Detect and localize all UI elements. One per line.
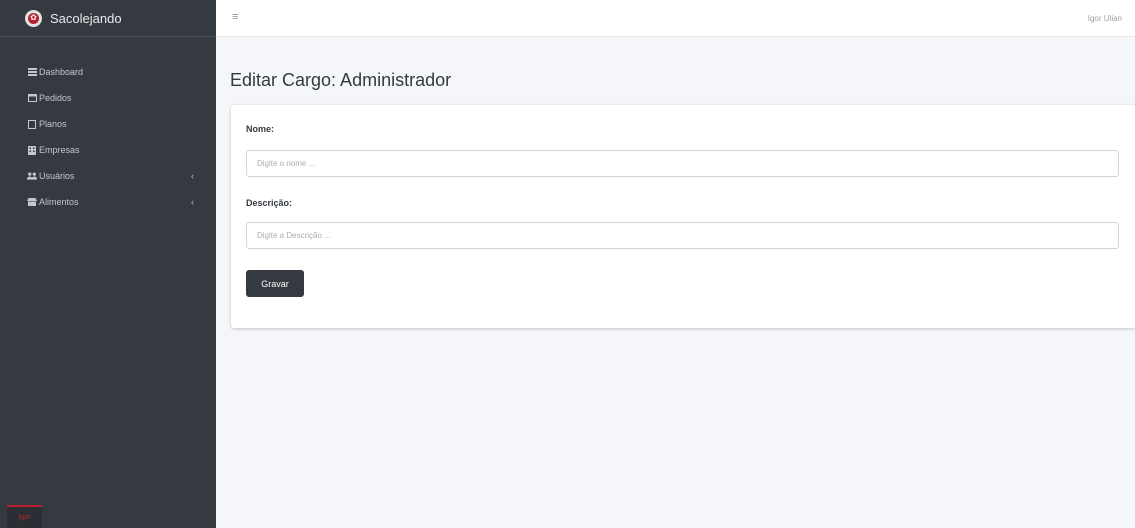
user-menu[interactable]: Igor Ulian: [1088, 14, 1122, 23]
descricao-label: Descrição:: [246, 198, 293, 208]
sidebar-item-label: Usuários: [39, 171, 75, 181]
building-icon: [27, 145, 37, 155]
nome-label: Nome:: [246, 124, 275, 134]
sidebar-item-dashboard[interactable]: Dashboard: [0, 59, 216, 85]
users-icon: [27, 171, 37, 181]
sidebar-item-empresas[interactable]: Empresas: [0, 137, 216, 163]
edit-cargo-form-card: Nome: Descrição: Gravar: [231, 105, 1135, 328]
hamburger-menu-icon[interactable]: ≡: [232, 12, 238, 23]
brand-name: Sacolejando: [50, 10, 122, 26]
sidebar-item-label: Empresas: [39, 145, 80, 155]
page-title: Editar Cargo: Administrador: [230, 70, 452, 90]
window-icon: [27, 93, 37, 103]
nome-input[interactable]: [246, 150, 1119, 177]
sidebar-item-label: Pedidos: [39, 93, 72, 103]
sidebar-nav: Dashboard Pedidos Planos Empresas Usuári…: [0, 37, 216, 215]
brand-link[interactable]: ✿ Sacolejando: [0, 0, 216, 37]
sidebar-item-usuarios[interactable]: Usuários ‹: [0, 163, 216, 189]
sidebar-item-alimentos[interactable]: Alimentos ‹: [0, 189, 216, 215]
gravar-button[interactable]: Gravar: [246, 270, 304, 297]
sidebar: ✿ Sacolejando Dashboard Pedidos Planos E…: [0, 0, 216, 528]
sidebar-item-label: Alimentos: [39, 197, 79, 207]
chevron-left-icon: ‹: [191, 197, 194, 207]
brand-logo-icon: ✿: [25, 9, 42, 27]
sidebar-item-pedidos[interactable]: Pedidos: [0, 85, 216, 111]
sidebar-item-label: Planos: [39, 119, 67, 129]
descricao-input[interactable]: [246, 222, 1119, 249]
dashboard-icon: [27, 67, 37, 77]
chevron-left-icon: ‹: [191, 171, 194, 181]
sidebar-footer-label: Igor: [18, 514, 31, 521]
sidebar-item-label: Dashboard: [39, 67, 84, 77]
store-icon: [27, 197, 37, 207]
topbar: ≡ Igor Ulian: [216, 0, 1135, 37]
file-icon: [27, 119, 37, 129]
sidebar-item-planos[interactable]: Planos: [0, 111, 216, 137]
main-content: Editar Cargo: Administrador Nome: Descri…: [216, 37, 1135, 528]
sidebar-footer-badge: Igor: [7, 505, 42, 528]
